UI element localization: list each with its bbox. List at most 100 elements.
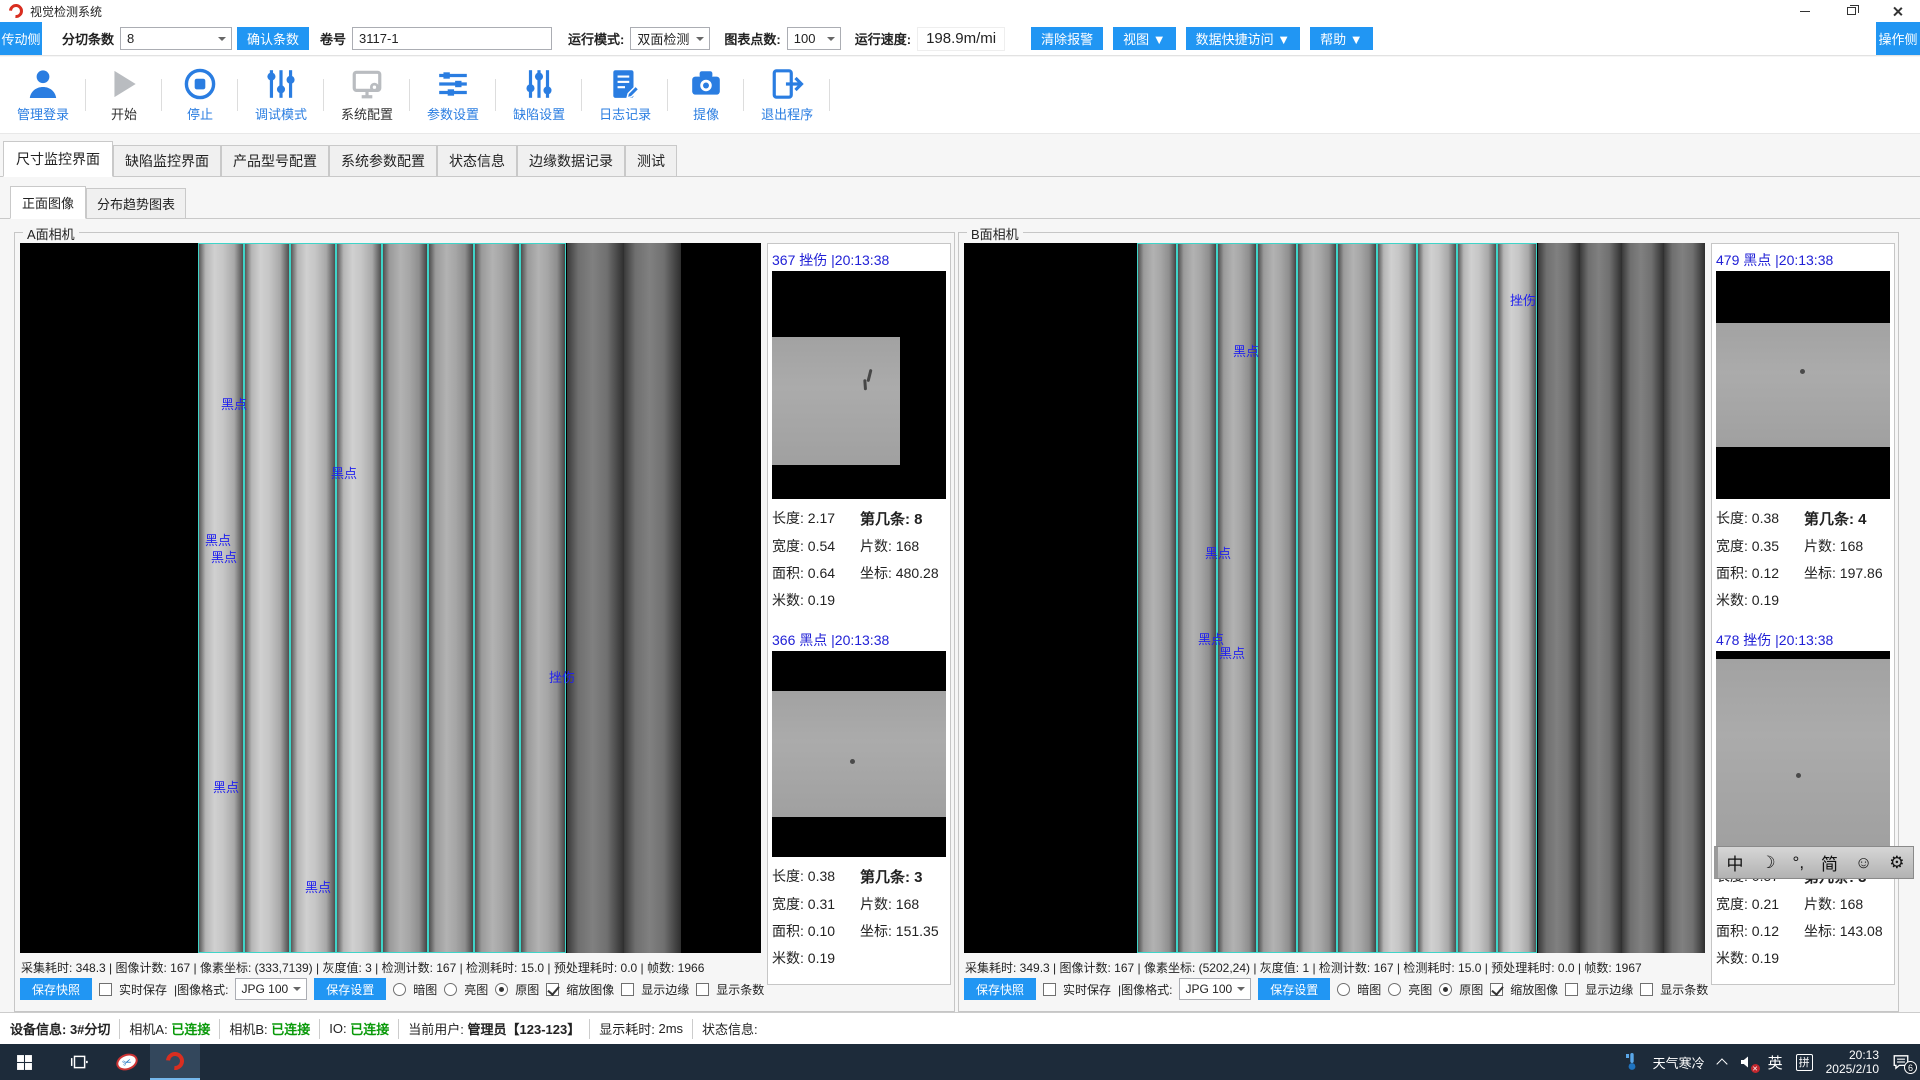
ime-language-indicator[interactable]: 英	[1768, 1052, 1783, 1073]
start-button[interactable]: 开始	[86, 67, 162, 123]
inspection-app-button[interactable]	[150, 1044, 200, 1080]
capture-image-button[interactable]: 提像	[668, 67, 744, 123]
area-value: 0.12	[1752, 565, 1779, 581]
minimize-button[interactable]	[1782, 0, 1828, 22]
meters-value: 0.19	[808, 592, 835, 608]
tab-size-monitor[interactable]: 尺寸监控界面	[3, 141, 113, 177]
sliders-icon	[264, 67, 298, 101]
pieces-label: 片数:	[860, 538, 892, 554]
defect-time: |20:13:38	[831, 252, 889, 268]
realtime-save-checkbox[interactable]	[99, 983, 112, 996]
subtab-trend-chart[interactable]: 分布趋势图表	[86, 188, 186, 218]
save-settings-button[interactable]: 保存设置	[314, 978, 386, 1000]
zoom-image-checkbox[interactable]	[546, 983, 559, 996]
meters-label: 米数:	[1716, 592, 1748, 608]
tab-status-info[interactable]: 状态信息	[437, 145, 517, 176]
admin-login-button[interactable]: 管理登录	[0, 67, 86, 123]
dark-image-radio[interactable]	[1337, 983, 1350, 996]
emoji-icon[interactable]: ☺	[1855, 853, 1872, 873]
taskbar-clock[interactable]: 20:13 2025/2/10	[1826, 1048, 1879, 1076]
debug-mode-button[interactable]: 调试模式	[238, 67, 324, 123]
punctuation-mode-icon[interactable]: °,	[1793, 853, 1805, 873]
system-config-button[interactable]: 系统配置	[324, 67, 410, 123]
bright-image-radio[interactable]	[1388, 983, 1401, 996]
meters-label: 米数:	[772, 950, 804, 966]
width-value: 0.31	[808, 896, 835, 912]
zoom-image-checkbox[interactable]	[1490, 983, 1503, 996]
defect-thumbnail[interactable]	[1716, 271, 1890, 499]
save-snapshot-button[interactable]: 保存快照	[964, 978, 1036, 1000]
roll-number-label: 卷号	[320, 29, 346, 48]
original-image-radio[interactable]	[1439, 983, 1452, 996]
parameter-settings-button[interactable]: 参数设置	[410, 67, 496, 123]
exit-program-button[interactable]: 退出程序	[744, 67, 830, 123]
log-record-button[interactable]: 日志记录	[582, 67, 668, 123]
hidden-icons-chevron[interactable]	[1716, 1058, 1727, 1069]
notification-center-button[interactable]: 6	[1892, 1054, 1910, 1070]
task-view-button[interactable]	[56, 1044, 102, 1080]
roll-number-input[interactable]: 3117-1	[352, 27, 552, 50]
bright-image-label: 亮图	[464, 981, 488, 998]
zoom-image-label: 缩放图像	[1510, 981, 1558, 998]
tab-edge-data-record[interactable]: 边缘数据记录	[517, 145, 625, 176]
strip-count-select[interactable]: 8	[120, 27, 232, 50]
tab-product-model-config[interactable]: 产品型号配置	[221, 145, 329, 176]
coord-value: 143.08	[1840, 923, 1883, 939]
operate-side-button[interactable]: 操作侧	[1876, 22, 1920, 55]
defect-thumbnail[interactable]	[1716, 651, 1890, 857]
chart-points-select[interactable]: 100	[787, 27, 841, 50]
play-icon	[107, 67, 141, 101]
strip-label: 第几条:	[1804, 511, 1854, 528]
drive-side-button[interactable]: 传动侧	[0, 22, 42, 55]
bright-image-radio[interactable]	[444, 983, 457, 996]
length-value: 0.38	[1752, 510, 1779, 526]
weather-text[interactable]: 天气寒冷	[1653, 1053, 1705, 1072]
defect-info: 长度: 0.38 第几条: 3 宽度: 0.31 片数: 168 面积: 0.1…	[772, 866, 946, 968]
clear-alarm-button[interactable]: 清除报警	[1031, 27, 1103, 50]
tool-label: 停止	[187, 104, 213, 123]
confirm-count-button[interactable]: 确认条数	[237, 27, 309, 50]
length-value: 0.38	[808, 868, 835, 884]
run-speed-label: 运行速度:	[855, 29, 911, 48]
show-strips-checkbox[interactable]	[696, 983, 709, 996]
stop-button[interactable]: 停止	[162, 67, 238, 123]
help-menu-button[interactable]: 帮助 ▼	[1310, 27, 1372, 50]
defect-mark	[1796, 773, 1801, 778]
tab-defect-monitor[interactable]: 缺陷监控界面	[113, 145, 221, 176]
camera-b-label: 相机B:	[229, 1019, 267, 1038]
maximize-button[interactable]	[1828, 0, 1874, 22]
dark-image-radio[interactable]	[393, 983, 406, 996]
show-strips-checkbox[interactable]	[1640, 983, 1653, 996]
ime-chinese-mode[interactable]: 中	[1726, 850, 1743, 875]
show-edge-checkbox[interactable]	[1565, 983, 1578, 996]
run-mode-select[interactable]: 双面检测	[630, 27, 710, 50]
start-button[interactable]	[0, 1044, 48, 1080]
camera-b-view[interactable]: 挫伤黑点黑点黑点黑点	[964, 243, 1705, 953]
tab-test[interactable]: 测试	[625, 145, 677, 176]
save-settings-button[interactable]: 保存设置	[1258, 978, 1330, 1000]
save-snapshot-button[interactable]: 保存快照	[20, 978, 92, 1000]
realtime-save-checkbox[interactable]	[1043, 983, 1056, 996]
defect-thumbnail[interactable]	[772, 271, 946, 499]
show-edge-checkbox[interactable]	[621, 983, 634, 996]
thermometer-icon[interactable]	[1624, 1052, 1640, 1072]
gear-icon[interactable]: ⚙	[1889, 853, 1904, 873]
data-quick-access-button[interactable]: 数据快捷访问 ▼	[1186, 27, 1300, 50]
volume-muted-button[interactable]: ✕	[1739, 1054, 1755, 1070]
image-format-select[interactable]: JPG 100	[1179, 978, 1251, 1000]
subtab-front-image[interactable]: 正面图像	[10, 186, 86, 219]
snipping-tool-button[interactable]: ✂	[104, 1044, 150, 1080]
original-image-radio[interactable]	[495, 983, 508, 996]
image-format-select[interactable]: JPG 100	[235, 978, 307, 1000]
defect-settings-button[interactable]: 缺陷设置	[496, 67, 582, 123]
defect-mark	[850, 759, 855, 764]
ime-mode-icon[interactable]: 拼	[1796, 1054, 1813, 1071]
camera-a-view[interactable]: 黑点黑点黑点黑点挫伤黑点黑点	[20, 243, 761, 953]
device-info: 设备信息: 3#分切	[10, 1019, 110, 1038]
moon-icon[interactable]: ☽	[1760, 853, 1775, 873]
view-menu-button[interactable]: 视图 ▼	[1113, 27, 1175, 50]
defect-thumbnail[interactable]	[772, 651, 946, 857]
close-button[interactable]	[1874, 0, 1920, 22]
tab-system-param-config[interactable]: 系统参数配置	[329, 145, 437, 176]
simplified-mode[interactable]: 简	[1821, 850, 1838, 875]
